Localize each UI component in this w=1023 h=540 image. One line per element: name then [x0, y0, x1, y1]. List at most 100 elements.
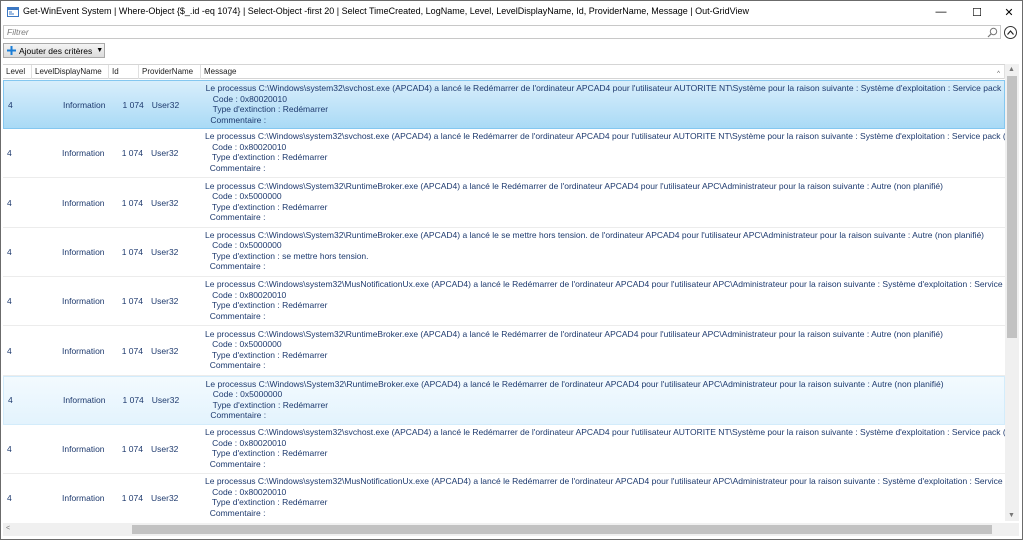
cell-provider-name: User32 [151, 246, 179, 257]
vertical-scroll-thumb[interactable] [1007, 76, 1017, 338]
horizontal-scrollbar[interactable]: < [3, 523, 1005, 536]
cell-level: 4 [7, 197, 12, 208]
cell-message: Le processus C:\Windows\System32\Runtime… [201, 179, 1005, 227]
scrollbar-corner [1005, 523, 1019, 536]
scroll-up-icon[interactable]: ▲ [1008, 66, 1015, 73]
cell-level-display-name: Information [62, 246, 105, 257]
cell-level: 4 [7, 246, 12, 257]
criteria-toolbar: Ajouter des critères ▼ [1, 41, 1022, 61]
cell-id: 1 074 [122, 395, 144, 406]
horizontal-scroll-thumb[interactable] [132, 525, 992, 534]
minimize-button[interactable]: — [923, 1, 959, 23]
add-criteria-button[interactable]: Ajouter des critères ▼ [3, 43, 105, 58]
message-line: Le processus C:\Windows\System32\Runtime… [205, 229, 985, 240]
vertical-scrollbar[interactable]: ▲ ▼ [1005, 64, 1019, 521]
column-header-id[interactable]: Id [109, 65, 139, 79]
cell-id: 1 074 [122, 99, 144, 110]
table-row[interactable]: 4 Information 1 074 User32 Le processus C:\W… [3, 375, 1005, 425]
message-line: Code : 0x80020010 [205, 141, 287, 152]
cell-level: 4 [7, 444, 12, 455]
cell-provider-name: User32 [151, 345, 179, 356]
column-header-message-label: Message [204, 67, 237, 76]
message-line: Type d'extinction : Redémarrer [205, 399, 329, 410]
cell-id: 1 074 [121, 493, 143, 504]
grid-header: Level LevelDisplayName Id ProviderName M… [3, 65, 1005, 79]
message-line: Code : 0x5000000 [205, 240, 282, 251]
close-button[interactable]: ✕ [995, 1, 1023, 23]
table-row[interactable]: 4 Information 1 074 User32 Le processus C:\W… [3, 474, 1005, 521]
table-row[interactable]: 4 Information 1 074 User32 Le processus C:\W… [3, 327, 1005, 376]
cell-level: 4 [8, 395, 13, 406]
message-line: Type d'extinction : Redémarrer [205, 104, 329, 114]
out-gridview-window: Get-WinEvent System | Where-Object {$_.i… [0, 0, 1023, 540]
title-bar[interactable]: Get-WinEvent System | Where-Object {$_.i… [1, 1, 1022, 23]
results-grid: Level LevelDisplayName Id ProviderName M… [3, 64, 1019, 521]
sort-caret-icon: ^ [997, 71, 1000, 77]
message-line: Le processus C:\Windows\System32\Runtime… [205, 328, 943, 339]
message-line: Code : 0x80020010 [205, 486, 287, 497]
cell-level: 4 [7, 148, 12, 159]
message-line: Commentaire : [205, 360, 266, 370]
column-header-message[interactable]: Message ^ [201, 65, 1005, 79]
scroll-down-icon[interactable]: ▼ [1008, 512, 1015, 519]
message-line: Code : 0x5000000 [205, 389, 283, 400]
table-row[interactable]: 4 Information 1 074 User32 Le processus C:\W… [3, 425, 1005, 475]
message-line: Commentaire : [205, 212, 266, 223]
cell-level-display-name: Information [62, 493, 105, 504]
cell-level-display-name: Information [62, 197, 105, 208]
cell-level-display-name: Information [62, 296, 105, 307]
cell-message: Le processus C:\Windows\system32\MusNoti… [201, 277, 1005, 325]
scroll-left-icon[interactable]: < [6, 525, 10, 532]
table-row[interactable]: 4 Information 1 074 User32 Le processus C:\W… [3, 179, 1005, 228]
message-line: Code : 0x5000000 [205, 191, 282, 202]
powershell-app-icon [7, 7, 19, 17]
message-line: Le processus C:\Windows\system32\svchost… [205, 83, 1004, 93]
collapse-criteria-button[interactable] [1004, 26, 1017, 39]
table-row[interactable]: 4 Information 1 074 User32 Le processus C:\W… [3, 228, 1005, 277]
message-line: Type d'extinction : Redémarrer [205, 300, 328, 311]
message-line: Commentaire : [205, 310, 266, 321]
message-line: Le processus C:\Windows\system32\svchost… [205, 131, 1005, 142]
cell-level-display-name: Information [62, 395, 106, 406]
filter-input[interactable] [3, 25, 1001, 39]
table-row[interactable]: 4 Information 1 074 User32 Le processus C:\W… [3, 80, 1005, 129]
chevron-up-icon [1007, 30, 1014, 35]
message-line: Le processus C:\Windows\system32\MusNoti… [205, 476, 1003, 487]
cell-provider-name: User32 [151, 148, 179, 159]
table-row[interactable]: 4 Information 1 074 User32 Le processus C:\W… [3, 129, 1005, 179]
message-line: Type d'extinction : Redémarrer [205, 497, 328, 508]
message-line: Type d'extinction : Redémarrer [205, 201, 328, 212]
cell-message: Le processus C:\Windows\System32\Runtime… [201, 228, 1005, 276]
cell-id: 1 074 [121, 148, 143, 159]
dropdown-arrow-icon: ▼ [96, 47, 104, 54]
search-icon [987, 27, 998, 38]
message-line: Code : 0x80020010 [205, 437, 287, 448]
message-line: Commentaire : [205, 458, 266, 469]
cell-id: 1 074 [121, 296, 143, 307]
cell-id: 1 074 [121, 444, 143, 455]
message-line: Commentaire : [205, 507, 266, 518]
cell-provider-name: User32 [151, 444, 179, 455]
maximize-button[interactable]: ☐ [959, 1, 995, 23]
column-header-leveldisplayname[interactable]: LevelDisplayName [32, 65, 109, 79]
table-row[interactable]: 4 Information 1 074 User32 Le processus C:\W… [3, 277, 1005, 327]
cell-id: 1 074 [121, 197, 143, 208]
cell-id: 1 074 [121, 246, 143, 257]
cell-message: Le processus C:\Windows\system32\svchost… [201, 425, 1005, 473]
cell-provider-name: User32 [151, 296, 179, 307]
message-line: Commentaire : [205, 114, 267, 125]
message-line: Le processus C:\Windows\System32\Runtime… [205, 378, 944, 389]
message-line: Code : 0x5000000 [205, 339, 282, 349]
cell-provider-name: User32 [151, 197, 179, 208]
message-line: Le processus C:\Windows\System32\Runtime… [205, 180, 943, 191]
cell-message: Le processus C:\Windows\system32\svchost… [202, 81, 1004, 128]
message-line: Type d'extinction : Redémarrer [205, 152, 328, 163]
window-title: Get-WinEvent System | Where-Object {$_.i… [23, 6, 749, 16]
cell-message: Le processus C:\Windows\System32\Runtime… [202, 377, 1004, 424]
filter-bar [1, 23, 1022, 41]
column-header-providername[interactable]: ProviderName [139, 65, 201, 79]
message-line: Le processus C:\Windows\system32\MusNoti… [205, 279, 1003, 290]
column-header-level[interactable]: Level [3, 65, 32, 79]
message-line: Le processus C:\Windows\system32\svchost… [205, 427, 1005, 438]
message-line: Code : 0x80020010 [205, 93, 287, 104]
